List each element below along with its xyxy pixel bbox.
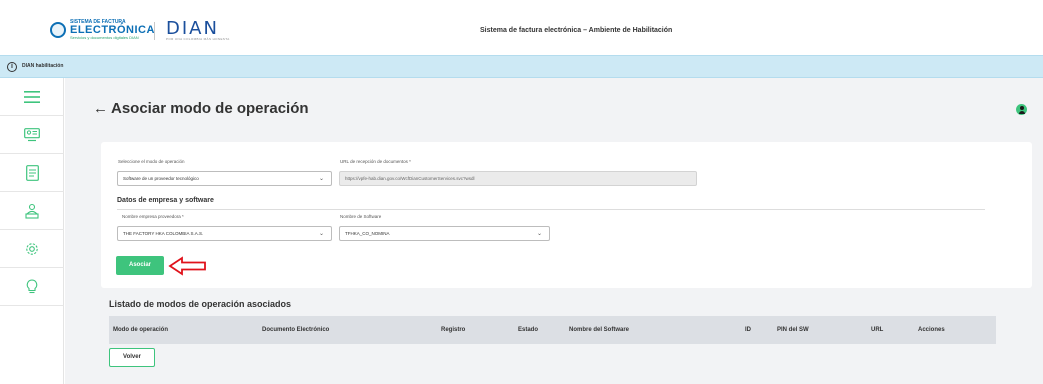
table-header: Modo de operación Documento Electrónico … [109,316,996,344]
url-label: URL de recepción de documentos * [340,159,411,164]
sidebar-item-users[interactable] [0,192,64,230]
info-icon: i [7,62,17,72]
software-name-label: Nombre de Software [340,214,382,219]
logo-line3: Servicios y documentos digitales DIAN [70,35,139,40]
contact-card-icon [24,127,40,141]
top-bar: SISTEMA DE FACTURA ELECTRÓNICA Servicios… [0,0,1043,55]
chevron-down-icon: ⌄ [318,231,324,237]
chevron-down-icon: ⌄ [536,231,542,237]
list-title: Listado de modos de operación asociados [109,299,292,309]
sidebar [0,78,64,384]
arrow-left-icon[interactable]: ← [93,100,108,117]
page-title: Asociar modo de operación [111,100,309,117]
software-name-value: TFHKA_CO_NOMINA [345,231,390,236]
chevron-down-icon: ⌄ [318,176,324,182]
column-header-documento: Documento Electrónico [262,327,330,333]
user-avatar[interactable] [1016,104,1027,115]
section-divider [117,209,985,210]
environment-label: DIAN habilitación [22,63,64,69]
column-header-estado: Estado [518,327,539,333]
operation-mode-select[interactable]: Software de un proveedor tecnológico ⌄ [117,171,332,186]
column-header-software: Nombre del Software [569,327,630,333]
app-title: Sistema de factura electrónica – Ambient… [480,27,673,34]
url-field[interactable]: https://vpfe-hab.dian.gov.co/WcfDianCust… [339,171,697,186]
sidebar-item-ideas[interactable] [0,268,64,306]
sidebar-menu-toggle[interactable] [0,78,64,116]
section-title: Datos de empresa y software [117,197,214,204]
logo-divider [154,22,155,40]
column-header-modo: Modo de operación [113,327,169,333]
provider-company-select[interactable]: THE FACTORY HKA COLOMBIA S.A.S. ⌄ [117,226,332,241]
sidebar-item-contact[interactable] [0,116,64,154]
annotation-arrow-icon [168,256,206,276]
provider-company-value: THE FACTORY HKA COLOMBIA S.A.S. [123,231,204,236]
factura-electronica-logo: SISTEMA DE FACTURA ELECTRÓNICA Servicios… [50,20,155,40]
column-header-acciones: Acciones [918,327,945,333]
column-header-id: ID [745,327,751,333]
column-header-registro: Registro [441,327,466,333]
operation-mode-value: Software de un proveedor tecnológico [123,176,199,181]
dian-logo: DIAN POR UNA COLOMBIA MÁS HONESTA [166,18,230,42]
settings-icon [26,242,38,255]
dian-logo-text: DIAN [166,18,219,39]
column-header-url: URL [871,327,884,333]
software-name-select[interactable]: TFHKA_CO_NOMINA ⌄ [339,226,550,241]
column-header-pin: PIN del SW [777,327,809,333]
dian-slogan: POR UNA COLOMBIA MÁS HONESTA [166,37,230,41]
form-card [101,142,1032,288]
lightbulb-icon [26,278,38,293]
sidebar-item-documents[interactable] [0,154,64,192]
operation-mode-label: Seleccione el modo de operación [118,159,185,164]
menu-icon [24,90,40,103]
users-icon [25,203,39,219]
seal-icon [50,22,66,38]
document-icon [25,164,39,181]
url-value: https://vpfe-hab.dian.gov.co/WcfDianCust… [345,176,475,181]
environment-info-bar: i DIAN habilitación [0,55,1043,78]
provider-company-label: Nombre empresa proveedora * [122,214,184,219]
asociar-button[interactable]: Asociar [116,256,164,275]
sidebar-item-settings[interactable] [0,230,64,268]
volver-button[interactable]: Volver [109,348,155,367]
